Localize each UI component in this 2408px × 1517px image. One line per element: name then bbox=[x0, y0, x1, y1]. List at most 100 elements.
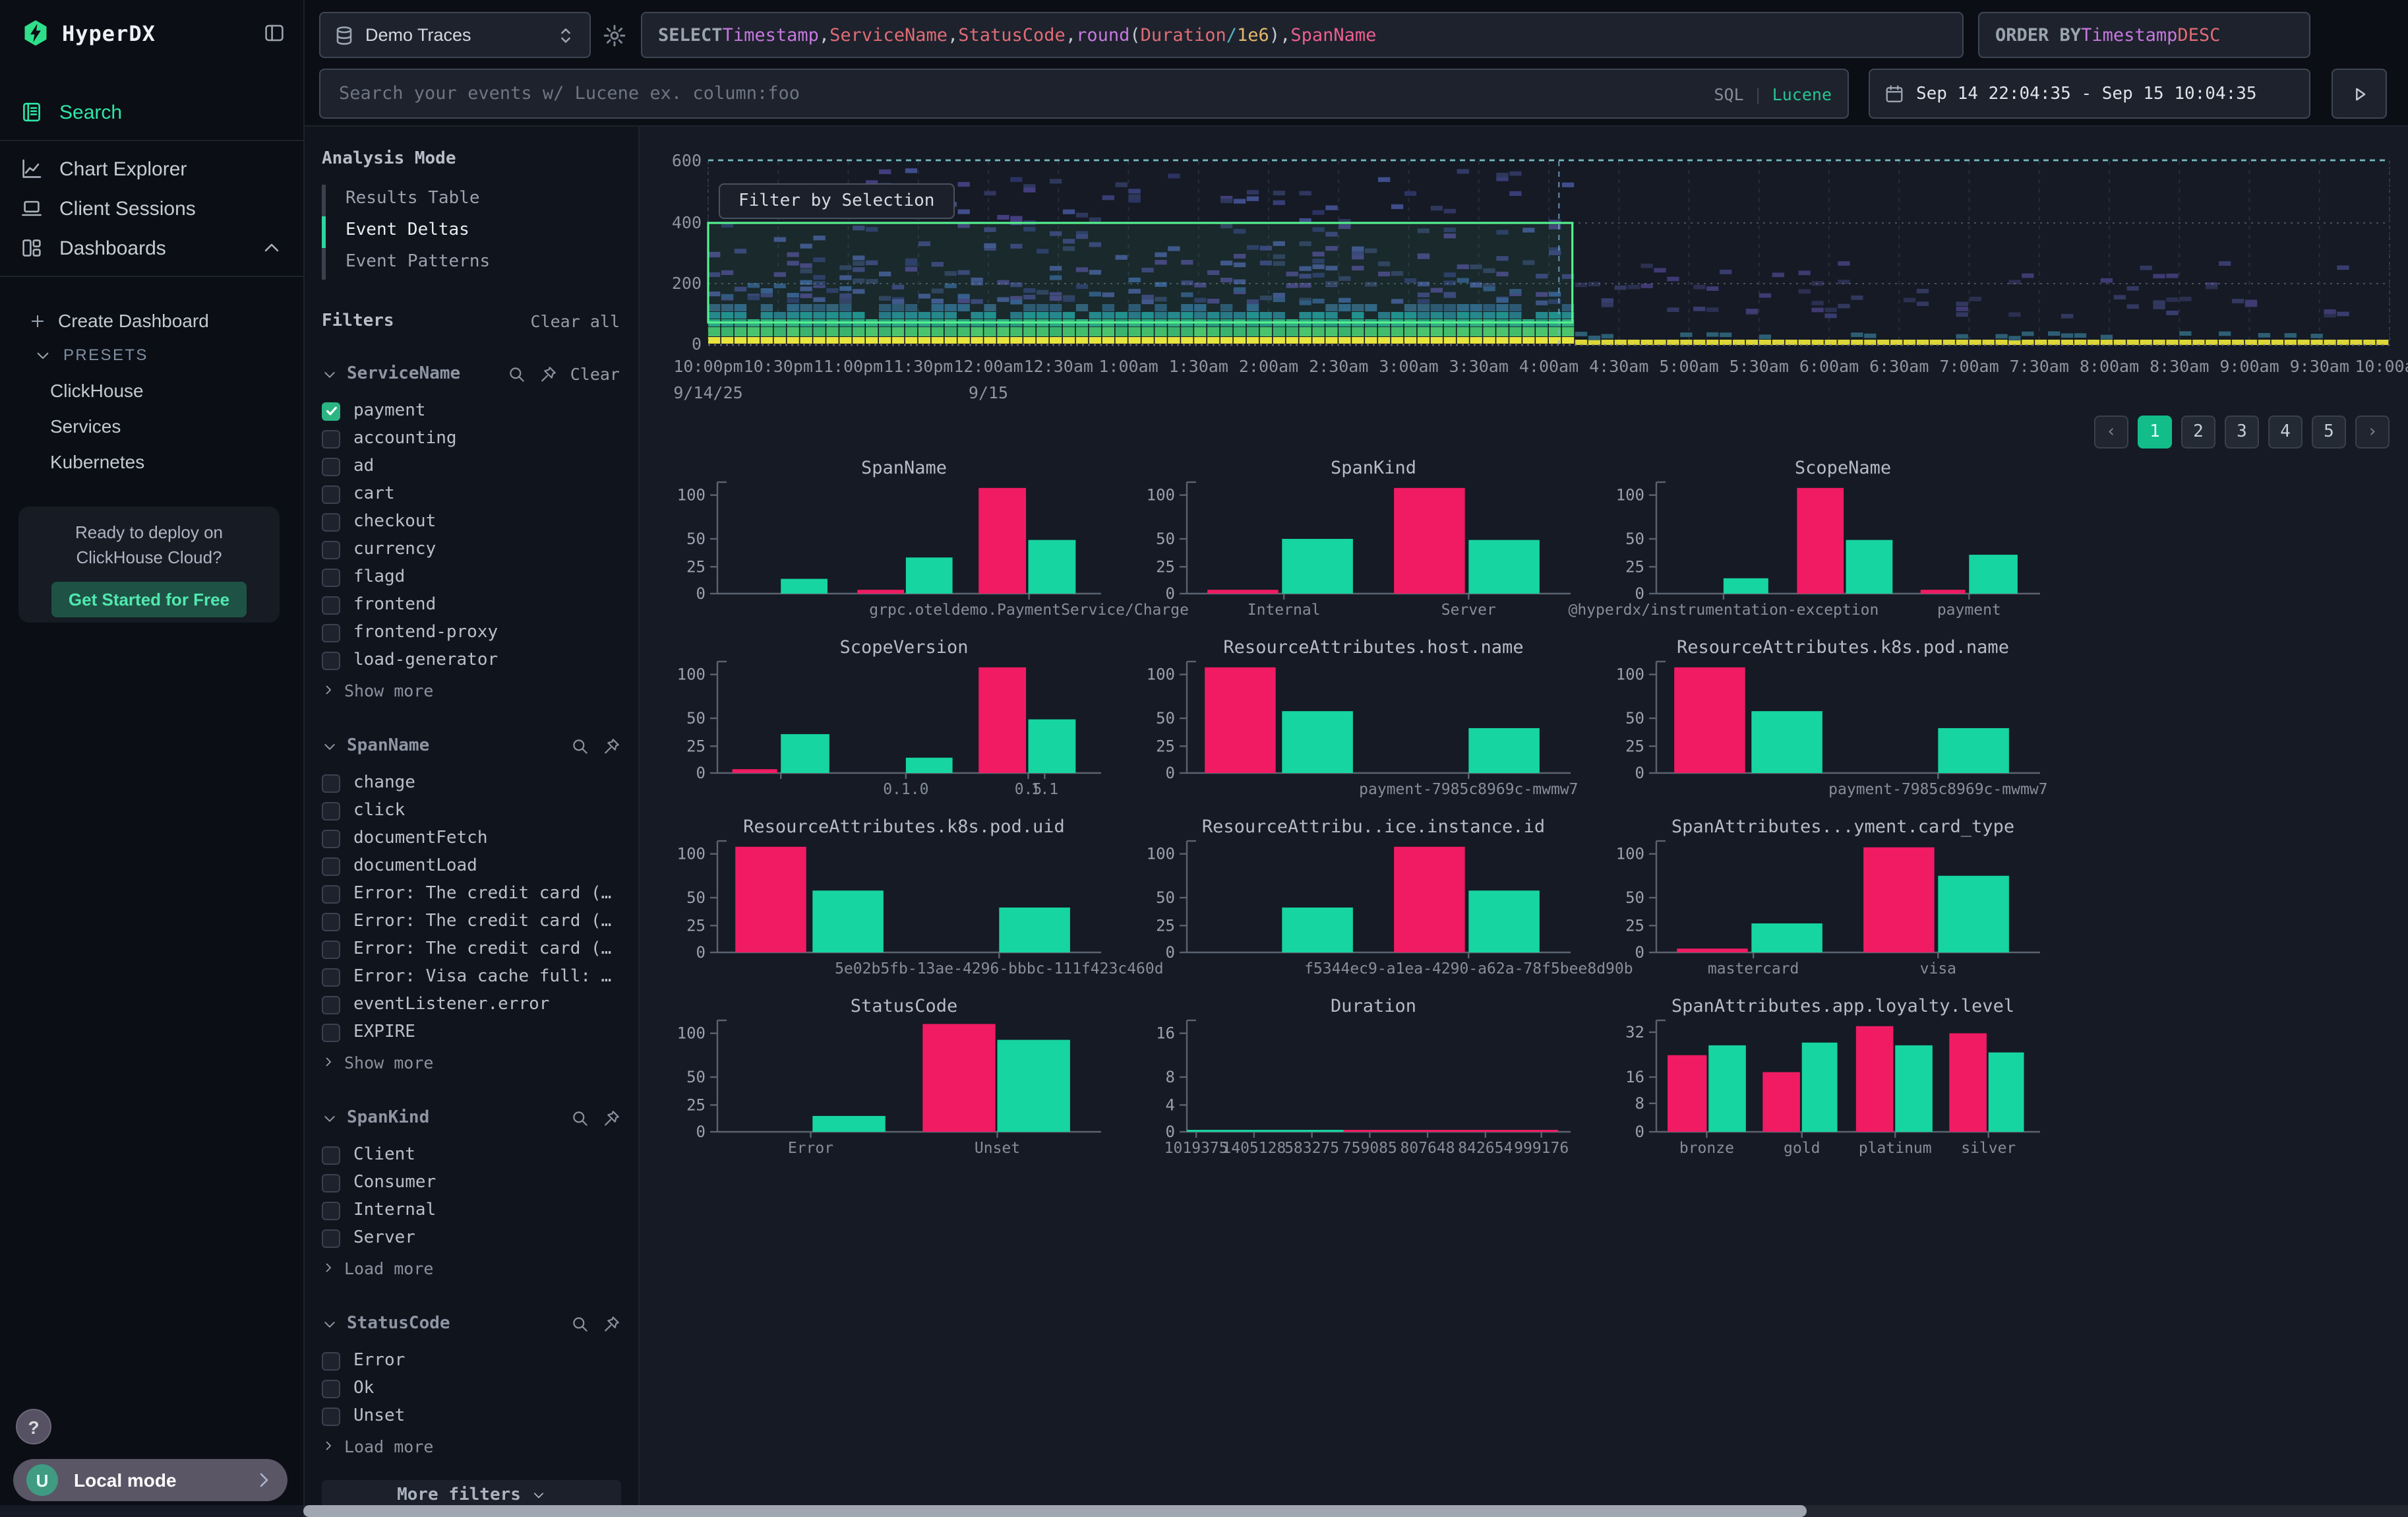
filter-option[interactable]: Internal bbox=[322, 1196, 620, 1224]
checkbox[interactable] bbox=[322, 884, 340, 903]
chevron-down-icon[interactable] bbox=[322, 738, 338, 754]
checkbox[interactable] bbox=[322, 485, 340, 503]
filter-option[interactable]: frontend-proxy bbox=[322, 619, 620, 646]
filter-load-more[interactable]: Load more bbox=[322, 1254, 620, 1281]
checkbox[interactable] bbox=[322, 1201, 340, 1220]
checkbox[interactable] bbox=[322, 995, 340, 1014]
checkbox[interactable] bbox=[322, 912, 340, 931]
preset-services[interactable]: Services bbox=[0, 408, 303, 443]
filter-option[interactable]: EXPIRE bbox=[322, 1018, 620, 1046]
checkbox[interactable] bbox=[322, 940, 340, 958]
filter-option[interactable]: Ok bbox=[322, 1375, 620, 1402]
sidebar-item-chart-explorer[interactable]: Chart Explorer bbox=[0, 149, 303, 189]
gear-icon[interactable] bbox=[603, 24, 626, 47]
checkbox[interactable] bbox=[322, 1023, 340, 1041]
chevron-down-icon[interactable] bbox=[322, 1110, 338, 1126]
filter-option[interactable]: flagd bbox=[322, 563, 620, 591]
checkbox[interactable] bbox=[322, 857, 340, 875]
filter-option[interactable]: frontend bbox=[322, 591, 620, 619]
search-input-box[interactable]: SQL | Lucene bbox=[319, 69, 1849, 119]
filter-option[interactable]: ad bbox=[322, 452, 620, 480]
checkbox[interactable] bbox=[322, 568, 340, 586]
filter-load-more[interactable]: Load more bbox=[322, 1433, 620, 1459]
filter-option[interactable]: documentFetch bbox=[322, 824, 620, 852]
sidebar-item-search[interactable]: Search bbox=[0, 92, 303, 132]
filter-option[interactable]: click bbox=[322, 797, 620, 824]
checkbox[interactable] bbox=[322, 1229, 340, 1247]
checkbox[interactable] bbox=[322, 402, 340, 420]
checkbox[interactable] bbox=[322, 429, 340, 448]
checkbox[interactable] bbox=[322, 829, 340, 848]
pin-icon[interactable] bbox=[602, 1315, 620, 1333]
checkbox[interactable] bbox=[322, 596, 340, 614]
filter-option[interactable]: accounting bbox=[322, 425, 620, 452]
checkbox[interactable] bbox=[322, 540, 340, 559]
pagination-page-5[interactable]: 5 bbox=[2312, 416, 2346, 449]
pagination-page-1[interactable]: 1 bbox=[2138, 416, 2172, 449]
select-query-input[interactable]: SELECT Timestamp, ServiceName, StatusCod… bbox=[641, 12, 1964, 58]
filter-option[interactable]: checkout bbox=[322, 508, 620, 536]
get-started-button[interactable]: Get Started for Free bbox=[51, 582, 247, 617]
lang-lucene-button[interactable]: Lucene bbox=[1772, 84, 1832, 104]
checkbox[interactable] bbox=[322, 512, 340, 531]
filter-option[interactable]: Unset bbox=[322, 1402, 620, 1430]
sidebar-item-client-sessions[interactable]: Client Sessions bbox=[0, 189, 303, 228]
pin-icon[interactable] bbox=[602, 737, 620, 755]
scrollbar-thumb[interactable] bbox=[303, 1505, 1807, 1517]
filter-option[interactable]: Error: Visa cache full: … bbox=[322, 963, 620, 991]
checkbox[interactable] bbox=[322, 1351, 340, 1370]
pagination-page-3[interactable]: 3 bbox=[2225, 416, 2259, 449]
checkbox[interactable] bbox=[322, 1173, 340, 1192]
search-icon[interactable] bbox=[571, 737, 589, 755]
search-icon[interactable] bbox=[508, 365, 526, 383]
analysis-mode-event-deltas[interactable]: Event Deltas bbox=[322, 216, 620, 248]
filter-option[interactable]: Server bbox=[322, 1224, 620, 1252]
filter-show-more[interactable]: Show more bbox=[322, 1049, 620, 1075]
checkbox[interactable] bbox=[322, 1146, 340, 1164]
presets-toggle[interactable]: PRESETS bbox=[0, 338, 303, 372]
pagination-prev-button[interactable]: ‹ bbox=[2094, 416, 2128, 449]
preset-kubernetes[interactable]: Kubernetes bbox=[0, 443, 303, 479]
pin-icon[interactable] bbox=[602, 1109, 620, 1127]
chevron-down-icon[interactable] bbox=[322, 366, 338, 382]
date-range-picker[interactable]: Sep 14 22:04:35 - Sep 15 10:04:35 bbox=[1869, 69, 2310, 119]
analysis-mode-event-patterns[interactable]: Event Patterns bbox=[322, 248, 620, 280]
create-dashboard-button[interactable]: Create Dashboard bbox=[0, 303, 303, 338]
filter-option[interactable]: change bbox=[322, 769, 620, 797]
heatmap-selection-box[interactable] bbox=[708, 223, 1573, 323]
filter-option[interactable]: Error bbox=[322, 1347, 620, 1375]
filter-option[interactable]: currency bbox=[322, 536, 620, 563]
filter-option[interactable]: Client bbox=[322, 1141, 620, 1169]
clear-all-button[interactable]: Clear all bbox=[531, 311, 620, 331]
filter-option[interactable]: documentLoad bbox=[322, 852, 620, 880]
filter-option[interactable]: Error: The credit card (… bbox=[322, 880, 620, 908]
order-by-input[interactable]: ORDER BY Timestamp DESC bbox=[1978, 12, 2310, 58]
checkbox[interactable] bbox=[322, 623, 340, 642]
search-input[interactable] bbox=[336, 82, 1701, 106]
filter-by-selection-button[interactable]: Filter by Selection bbox=[719, 183, 954, 219]
checkbox[interactable] bbox=[322, 1379, 340, 1398]
help-button[interactable]: ? bbox=[16, 1409, 51, 1444]
checkbox[interactable] bbox=[322, 774, 340, 792]
checkbox[interactable] bbox=[322, 457, 340, 476]
filter-option[interactable]: Error: The credit card (… bbox=[322, 935, 620, 963]
lang-sql-button[interactable]: SQL bbox=[1714, 84, 1743, 104]
chevron-down-icon[interactable] bbox=[322, 1316, 338, 1332]
pin-icon[interactable] bbox=[539, 365, 557, 383]
source-select[interactable]: Demo Traces bbox=[319, 12, 591, 58]
filter-clear-button[interactable]: Clear bbox=[570, 364, 620, 384]
filter-option[interactable]: Error: The credit card (… bbox=[322, 908, 620, 935]
preset-clickhouse[interactable]: ClickHouse bbox=[0, 372, 303, 408]
sidebar-item-dashboards[interactable]: Dashboards bbox=[0, 228, 303, 268]
checkbox[interactable] bbox=[322, 1407, 340, 1425]
filter-option[interactable]: load-generator bbox=[322, 646, 620, 674]
filter-option[interactable]: payment bbox=[322, 397, 620, 425]
filter-option[interactable]: cart bbox=[322, 480, 620, 508]
horizontal-scrollbar[interactable] bbox=[303, 1505, 2408, 1517]
checkbox[interactable] bbox=[322, 801, 340, 820]
collapse-sidebar-icon[interactable] bbox=[264, 22, 285, 44]
filter-show-more[interactable]: Show more bbox=[322, 677, 620, 703]
filter-option[interactable]: Consumer bbox=[322, 1169, 620, 1196]
run-query-button[interactable] bbox=[2332, 69, 2387, 119]
duration-heatmap[interactable]: 600400200010:00pm10:30pm11:00pm11:30pm12… bbox=[659, 132, 2408, 412]
